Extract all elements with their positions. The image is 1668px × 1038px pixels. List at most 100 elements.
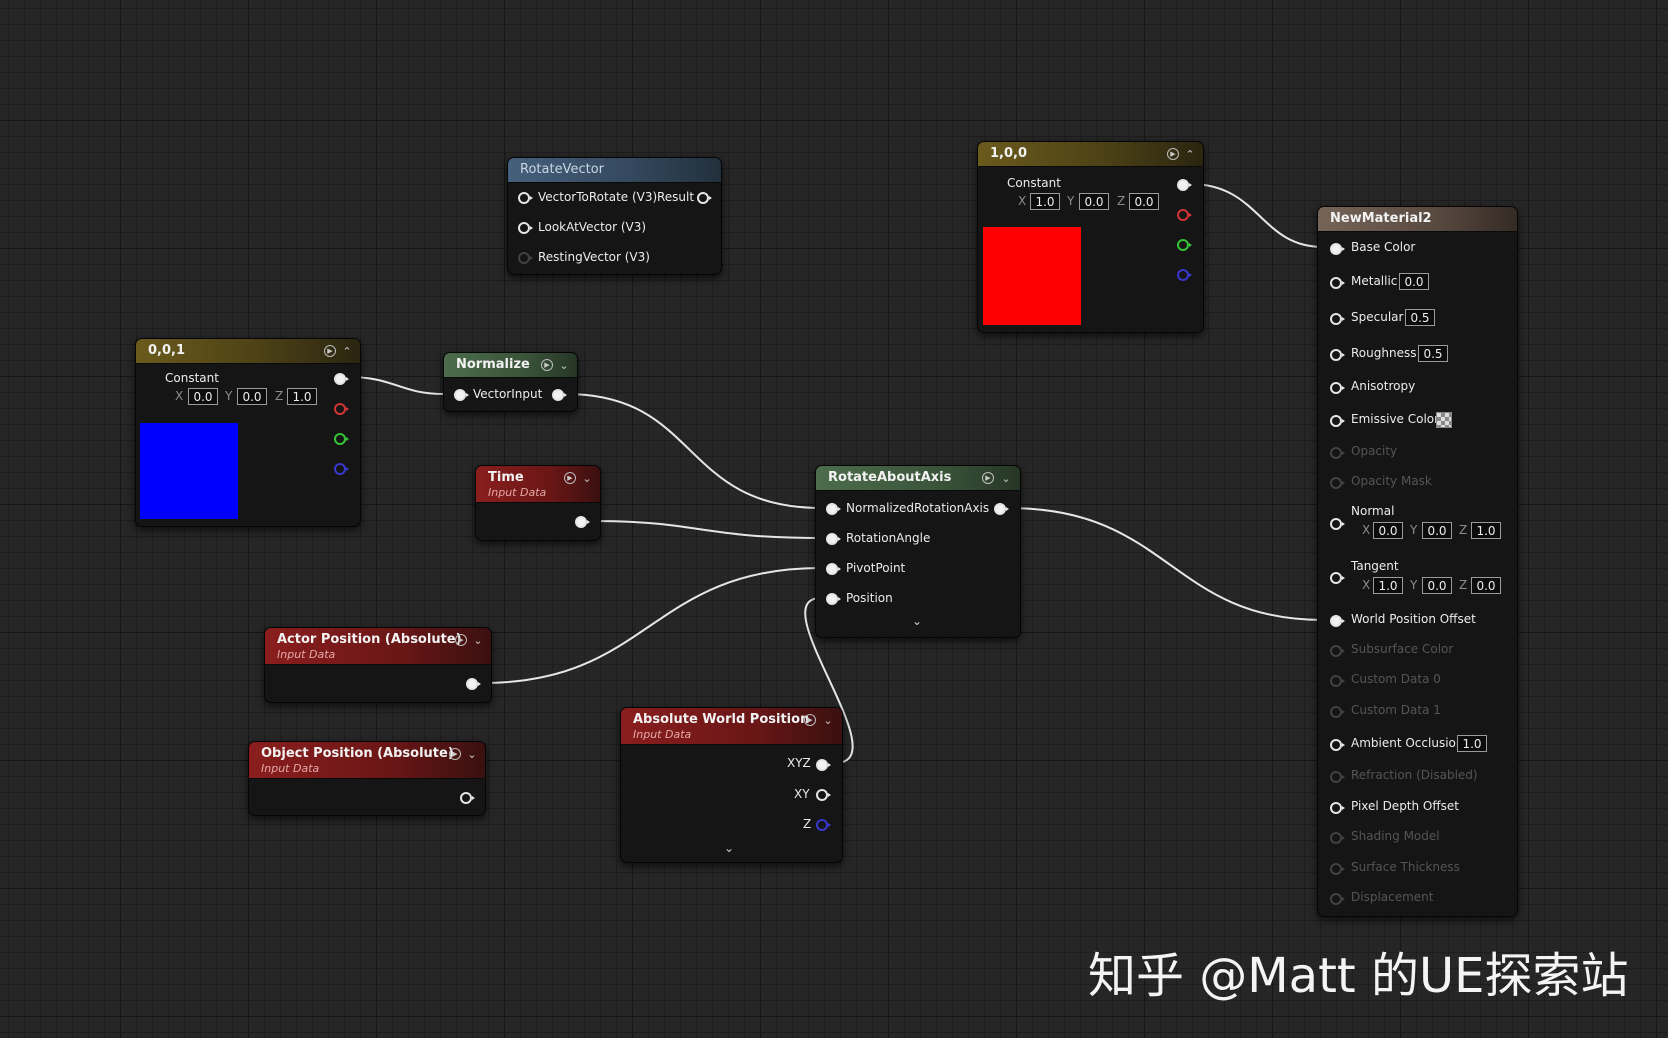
node-header[interactable]: Normalize ▶ ⌄	[444, 353, 577, 378]
normal-x-field[interactable]: 0.0	[1373, 522, 1403, 539]
y-value-field[interactable]: 0.0	[237, 388, 267, 405]
collapse-icon[interactable]: ⌃	[340, 345, 354, 359]
b-output-pin[interactable]	[334, 463, 349, 475]
node-header[interactable]: RotateVector	[508, 158, 721, 183]
node-header[interactable]: Object Position (Absolute) Input Data ▶ …	[249, 742, 485, 779]
material-result-node[interactable]: NewMaterial2 Base Color Metallic 0.0 Spe…	[1317, 206, 1518, 917]
tangent-y-field[interactable]: 0.0	[1422, 577, 1452, 594]
actor-position-output-pin[interactable]	[466, 678, 481, 690]
absolute-world-position-node[interactable]: Absolute World Position Input Data ▶ ⌄ X…	[620, 707, 843, 863]
expand-icon[interactable]: ⌄	[471, 634, 485, 648]
anisotropy-input-pin[interactable]	[1330, 382, 1345, 394]
rotate-about-axis-node[interactable]: RotateAboutAxis ▶ ⌄ NormalizedRotationAx…	[815, 465, 1021, 638]
z-value-field[interactable]: 1.0	[287, 388, 317, 405]
x-value-field[interactable]: 0.0	[188, 388, 218, 405]
result-output-pin[interactable]	[697, 192, 712, 204]
rgb-output-pin[interactable]	[1177, 179, 1192, 191]
time-node[interactable]: Time Input Data ▶ ⌄	[475, 465, 601, 541]
b-output-pin[interactable]	[1177, 269, 1192, 281]
collapse-icon[interactable]: ⌃	[1183, 148, 1197, 162]
node-header[interactable]: 0,0,1 ▶ ⌃	[136, 339, 360, 364]
roughness-value-field[interactable]: 0.5	[1418, 345, 1448, 362]
pixel-depth-offset-input-pin[interactable]	[1330, 802, 1345, 814]
normalize-node[interactable]: Normalize ▶ ⌄ VectorInput	[443, 352, 578, 412]
normal-z-field[interactable]: 1.0	[1471, 522, 1501, 539]
expand-icon[interactable]: ⌄	[557, 359, 571, 373]
resting-vector-input-pin[interactable]	[518, 252, 533, 264]
world-position-offset-input-pin[interactable]	[1330, 615, 1345, 627]
refraction-input-pin[interactable]	[1330, 771, 1345, 783]
preview-toggle-icon[interactable]: ▶	[1167, 148, 1179, 160]
z-output-pin[interactable]	[816, 819, 831, 831]
emissive-color-swatch[interactable]	[1436, 412, 1452, 428]
g-output-pin[interactable]	[334, 433, 349, 445]
opacity-input-pin[interactable]	[1330, 447, 1345, 459]
constant-vector-node-001[interactable]: 0,0,1 ▶ ⌃ Constant X 0.0 Y 0.0 Z 1.0	[135, 338, 361, 527]
position-pin[interactable]	[826, 593, 841, 605]
opacity-mask-input-pin[interactable]	[1330, 477, 1345, 489]
displacement-input-pin[interactable]	[1330, 893, 1345, 905]
vector-input-pin[interactable]	[454, 389, 469, 401]
metallic-value-field[interactable]: 0.0	[1399, 273, 1429, 290]
advanced-expand-icon[interactable]: ⌄	[912, 614, 922, 628]
expand-icon[interactable]: ⌄	[821, 714, 835, 728]
specular-value-field[interactable]: 0.5	[1405, 309, 1435, 326]
rotate-vector-node[interactable]: RotateVector VectorToRotate (V3) Result …	[507, 157, 722, 275]
constant-vector-node-100[interactable]: 1,0,0 ▶ ⌃ Constant X 1.0 Y 0.0 Z 0.0	[977, 141, 1204, 333]
expand-icon[interactable]: ⌄	[465, 748, 479, 762]
node-header[interactable]: Absolute World Position Input Data ▶ ⌄	[621, 708, 842, 745]
preview-toggle-icon[interactable]: ▶	[449, 748, 461, 760]
pivot-point-pin[interactable]	[826, 563, 841, 575]
expand-icon[interactable]: ⌄	[999, 472, 1013, 486]
preview-toggle-icon[interactable]: ▶	[982, 472, 994, 484]
look-at-vector-input-pin[interactable]	[518, 222, 533, 234]
g-output-pin[interactable]	[1177, 239, 1192, 251]
r-output-pin[interactable]	[1177, 209, 1192, 221]
preview-toggle-icon[interactable]: ▶	[804, 714, 816, 726]
subsurface-color-input-pin[interactable]	[1330, 645, 1345, 657]
shading-model-input-pin[interactable]	[1330, 832, 1345, 844]
xyz-output-pin[interactable]	[816, 759, 831, 771]
tangent-x-field[interactable]: 1.0	[1373, 577, 1403, 594]
time-output-pin[interactable]	[575, 516, 590, 528]
tangent-input-pin[interactable]	[1330, 572, 1345, 584]
node-header[interactable]: NewMaterial2	[1318, 207, 1517, 232]
custom-data-0-input-pin[interactable]	[1330, 675, 1345, 687]
metallic-input-pin[interactable]	[1330, 277, 1345, 289]
ambient-occlusion-value-field[interactable]: 1.0	[1457, 735, 1487, 752]
roughness-input-pin[interactable]	[1330, 349, 1345, 361]
z-value-field[interactable]: 0.0	[1129, 193, 1159, 210]
preview-toggle-icon[interactable]: ▶	[324, 345, 336, 357]
normal-input-pin[interactable]	[1330, 518, 1345, 530]
preview-toggle-icon[interactable]: ▶	[455, 634, 467, 646]
xy-output-pin[interactable]	[816, 789, 831, 801]
object-position-node[interactable]: Object Position (Absolute) Input Data ▶ …	[248, 741, 486, 816]
y-value-field[interactable]: 0.0	[1079, 193, 1109, 210]
surface-thickness-input-pin[interactable]	[1330, 863, 1345, 875]
node-header[interactable]: 1,0,0 ▶ ⌃	[978, 142, 1203, 167]
x-value-field[interactable]: 1.0	[1030, 193, 1060, 210]
tangent-z-field[interactable]: 0.0	[1471, 577, 1501, 594]
rgb-output-pin[interactable]	[334, 373, 349, 385]
actor-position-node[interactable]: Actor Position (Absolute) Input Data ▶ ⌄	[264, 627, 492, 703]
r-output-pin[interactable]	[334, 403, 349, 415]
ambient-occlusion-input-pin[interactable]	[1330, 739, 1345, 751]
custom-data-1-input-pin[interactable]	[1330, 706, 1345, 718]
node-header[interactable]: RotateAboutAxis ▶ ⌄	[816, 466, 1020, 491]
normal-y-field[interactable]: 0.0	[1422, 522, 1452, 539]
advanced-expand-icon[interactable]: ⌄	[724, 841, 734, 855]
preview-toggle-icon[interactable]: ▶	[564, 472, 576, 484]
normalize-output-pin[interactable]	[552, 389, 567, 401]
rotate-about-axis-output-pin[interactable]	[994, 503, 1009, 515]
object-position-output-pin[interactable]	[460, 792, 475, 804]
rotation-angle-pin[interactable]	[826, 533, 841, 545]
expand-icon[interactable]: ⌄	[580, 472, 594, 486]
emissive-color-input-pin[interactable]	[1330, 415, 1345, 427]
base-color-input-pin[interactable]	[1330, 243, 1345, 255]
node-header[interactable]: Time Input Data ▶ ⌄	[476, 466, 600, 503]
preview-toggle-icon[interactable]: ▶	[541, 359, 553, 371]
vector-to-rotate-input-pin[interactable]	[518, 192, 533, 204]
node-header[interactable]: Actor Position (Absolute) Input Data ▶ ⌄	[265, 628, 491, 665]
specular-input-pin[interactable]	[1330, 313, 1345, 325]
normalized-rotation-axis-pin[interactable]	[826, 503, 841, 515]
